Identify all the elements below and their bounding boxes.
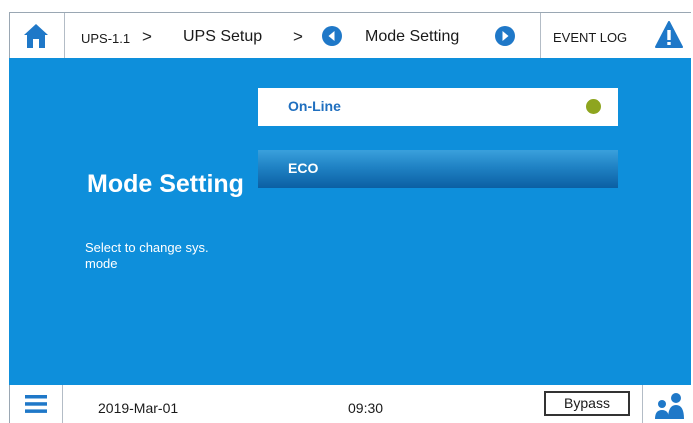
mode-option-online[interactable]: On-Line	[258, 88, 618, 126]
status-date: 2019-Mar-01	[98, 400, 179, 416]
circle-arrow-left-icon[interactable]	[322, 26, 342, 46]
top-bar: UPS-1.1 > UPS Setup > Mode Setting EVENT…	[9, 12, 691, 59]
mode-status-badge: Bypass	[544, 391, 630, 416]
page-title: Mode Setting	[87, 170, 244, 198]
breadcrumb-section[interactable]: UPS Setup	[183, 28, 262, 46]
users-icon[interactable]	[652, 391, 686, 421]
ups-screen: UPS-1.1 > UPS Setup > Mode Setting EVENT…	[9, 12, 691, 423]
mode-option-label: On-Line	[288, 98, 341, 114]
status-bar: 2019-Mar-01 09:30 Bypass	[9, 385, 691, 423]
mode-option-eco[interactable]: ECO	[258, 150, 618, 188]
breadcrumb-device[interactable]: UPS-1.1	[81, 30, 130, 48]
chevron-right-icon: >	[142, 27, 152, 46]
status-time: 09:30	[348, 400, 384, 416]
selected-indicator-icon	[586, 99, 601, 114]
home-icon[interactable]	[22, 22, 50, 50]
circle-arrow-right-icon[interactable]	[495, 26, 515, 46]
mode-option-label: ECO	[288, 160, 319, 176]
hamburger-menu-icon[interactable]	[25, 394, 47, 414]
warning-triangle-icon[interactable]	[655, 21, 683, 49]
chevron-right-icon: >	[293, 27, 303, 46]
breadcrumb-page: Mode Setting	[365, 28, 460, 45]
event-log-button[interactable]: EVENT LOG	[553, 30, 627, 45]
page-subtitle: Select to change sys. mode	[85, 240, 209, 271]
main-panel: Mode Setting Select to change sys. mode …	[9, 58, 691, 385]
